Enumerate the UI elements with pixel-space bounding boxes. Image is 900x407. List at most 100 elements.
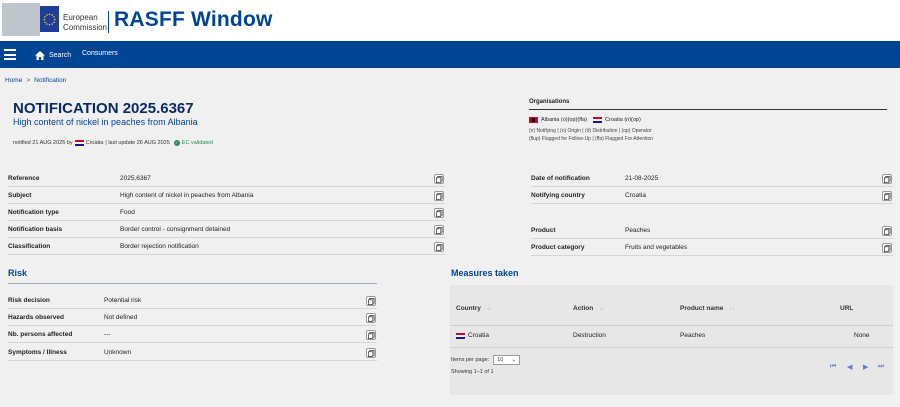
chevron-down-icon: ⌄ (511, 357, 517, 363)
organisations-title: Organisations (529, 99, 887, 110)
col-action[interactable]: Action ↓↑ (573, 305, 604, 312)
field-value: 21-08-2025 (625, 175, 659, 182)
field-row: Notifying country Croatia (531, 188, 893, 204)
nav-consumers-link[interactable]: Consumers (82, 50, 118, 57)
breadcrumb-current[interactable]: Notification (34, 77, 66, 84)
first-page-icon[interactable]: ⏮ (830, 363, 836, 371)
field-value: Border control - consignment detained (120, 226, 231, 233)
field-label: Risk decision (8, 297, 50, 304)
field-row: Symptoms / Illness Unknown (8, 345, 377, 361)
field-label: Notification basis (8, 226, 63, 233)
croatia-flag-icon (456, 332, 465, 339)
copy-icon[interactable] (434, 174, 444, 184)
meta-update: | last update 26 AUG 2025 (105, 140, 170, 146)
main-navbar: Search Consumers (0, 41, 900, 68)
copy-icon[interactable] (434, 225, 444, 235)
risk-underline (8, 283, 377, 284)
measures-table: Country ↓↑ Action ↓↑ Product name ↓↑ URL Cr… (450, 285, 893, 395)
field-row: Classification Border rejection notificat… (8, 239, 445, 255)
measure-product: Peaches (680, 332, 706, 339)
measures-title: Measures taken (451, 268, 519, 278)
field-value: Not defined (104, 314, 138, 321)
field-value: Peaches (625, 227, 651, 234)
copy-icon[interactable] (882, 226, 892, 236)
top-header: European Commission RASFF Window (0, 0, 900, 41)
field-row: Product Peaches (531, 223, 893, 239)
check-circle-icon: ✓ (173, 140, 180, 146)
items-per-page: Items per page: 10 ⌄ (451, 355, 521, 365)
field-label: Reference (8, 175, 40, 182)
copy-icon[interactable] (882, 243, 892, 253)
notification-meta: notified 21 AUG 2025 by Croatia | last u… (13, 140, 213, 146)
copy-icon[interactable] (366, 313, 376, 323)
app-title[interactable]: RASFF Window (114, 8, 273, 32)
european-commission-label: European Commission (63, 13, 108, 32)
croatia-flag-icon (593, 117, 603, 123)
breadcrumb: Home > Notification (5, 77, 66, 84)
breadcrumb-home[interactable]: Home (5, 77, 22, 84)
field-row: Nb. persons affected --- (8, 327, 377, 343)
field-label: Date of notification (531, 175, 590, 182)
field-label: Product (531, 227, 556, 234)
page-title: NOTIFICATION 2025.6367 (13, 100, 194, 117)
field-row: Product category Fruits and vegetables (531, 240, 893, 256)
nav-search-link[interactable]: Search (35, 49, 71, 61)
copy-icon[interactable] (882, 191, 892, 201)
org-albania: Albania (o)(op)(ffa) (541, 117, 588, 123)
field-row: Notification basis Border control - consi… (8, 222, 445, 238)
copy-icon[interactable] (434, 208, 444, 218)
table-divider (450, 325, 893, 326)
previous-page-icon[interactable]: ◀ (847, 363, 852, 371)
copy-icon[interactable] (366, 296, 376, 306)
copy-icon[interactable] (366, 330, 376, 340)
field-value: --- (104, 331, 111, 338)
sort-icon[interactable]: ↓↑ (599, 306, 604, 312)
last-page-icon[interactable]: ⏭ (878, 363, 884, 371)
ec-building-logo (2, 3, 40, 36)
field-value: Fruits and vegetables (625, 244, 688, 251)
field-label: Subject (8, 192, 32, 199)
field-row: Hazards observed Not defined (8, 310, 377, 326)
field-row: Date of notification 21-08-2025 (531, 171, 893, 187)
copy-icon[interactable] (882, 174, 892, 184)
breadcrumb-separator: > (26, 77, 31, 84)
risk-title: Risk (8, 268, 28, 278)
field-label: Product category (531, 244, 585, 251)
next-page-icon[interactable]: ▶ (863, 363, 868, 371)
field-label: Symptoms / Illness (8, 349, 67, 356)
field-value: Croatia (625, 192, 646, 199)
organisations-legend: (n) Notifying | (o) Origin | (d) Distrib… (529, 128, 654, 142)
measure-country: Croatia (456, 332, 489, 339)
albania-flag-icon (529, 117, 538, 123)
organisations-panel: Organisations Albania (o)(op)(ffa) Croat… (529, 99, 887, 143)
measure-action: Destruction (573, 332, 606, 339)
sort-icon[interactable]: ↓↑ (487, 306, 492, 312)
pagination-status: Showing 1–1 of 1 (451, 369, 494, 375)
field-value: Potential risk (104, 297, 142, 304)
nav-search-label: Search (49, 51, 72, 59)
croatia-flag-icon (74, 140, 84, 146)
copy-icon[interactable] (434, 191, 444, 201)
copy-icon[interactable] (366, 348, 376, 358)
field-label: Classification (8, 243, 51, 250)
field-row: Notification type Food (8, 205, 445, 221)
organisations-list: Albania (o)(op)(ffa) Croatia (n)(op) (529, 117, 887, 123)
eu-flag-icon (40, 6, 59, 32)
col-country[interactable]: Country ↓↑ (456, 305, 492, 312)
field-value: Food (120, 209, 135, 216)
field-row: Risk decision Potential risk (8, 293, 377, 309)
col-url[interactable]: URL (840, 305, 853, 312)
sort-icon[interactable]: ↓↑ (729, 306, 734, 312)
header-divider (108, 11, 109, 33)
meta-notified: notified 21 AUG 2025 by (13, 140, 73, 146)
ec-validated-badge: EC validated (181, 140, 213, 146)
field-label: Hazards observed (8, 314, 64, 321)
hamburger-icon[interactable] (4, 49, 16, 60)
copy-icon[interactable] (434, 242, 444, 252)
meta-country: Croatia (85, 140, 104, 146)
field-row: Reference 2025.6367 (8, 171, 445, 187)
col-product-name[interactable]: Product name ↓↑ (680, 305, 734, 312)
org-croatia: Croatia (n)(op) (605, 117, 641, 123)
items-per-page-select[interactable]: 10 ⌄ (493, 355, 521, 365)
field-value: Unknown (104, 349, 132, 356)
